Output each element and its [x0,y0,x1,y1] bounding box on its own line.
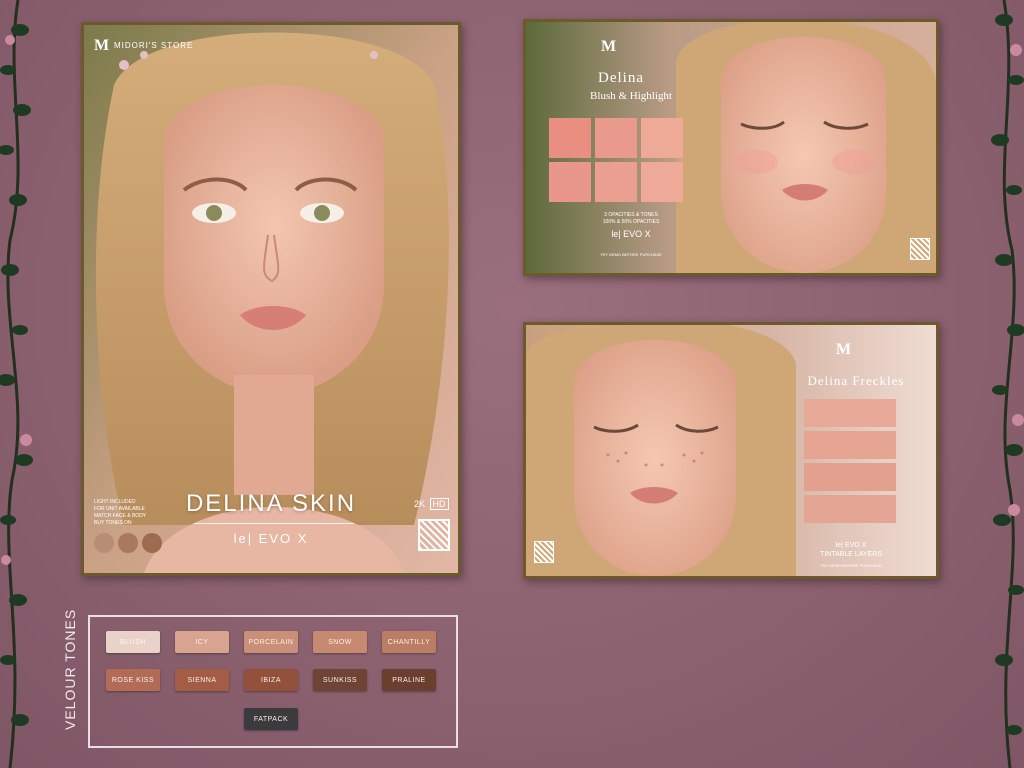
blush-swatch [595,162,637,202]
blush-head: le| EVO X [611,229,651,239]
freckles-swatch-list [804,399,896,523]
tone-button-rose-kiss[interactable]: ROSE KISS [106,669,160,691]
freckles-swatch [804,399,896,427]
blush-title: Delina [598,70,644,86]
tone-label: SNOW [328,638,352,646]
tone-button-chantilly[interactable]: CHANTILLY [382,631,436,653]
freckles-store-logo: M [836,341,852,358]
fine-print-line: FOR UNIT AVAILABLE [94,506,145,512]
blush-qr-icon [910,238,930,260]
blush-detail-line: 3 OPACITIES & TONES [604,212,658,218]
blush-swatch-grid [549,118,683,202]
fine-print-line: MATCH FACE & BODY [94,513,147,519]
fatpack-label: FATPACK [253,715,289,723]
tone-button-porcelain[interactable]: PORCELAIN [244,631,298,653]
tone-button-praline[interactable]: PRALINE [382,669,436,691]
poster-divider [194,523,354,524]
delina-blush-poster[interactable]: M Delina Blush & Highlight 3 OPACITIES &… [523,19,939,276]
freckles-swatch [804,463,896,491]
tone-button-sienna[interactable]: SIENNA [175,669,229,691]
blush-subtitle: Blush & Highlight [590,90,672,102]
blush-swatch [549,162,591,202]
tone-label: ROSE KISS [111,676,155,684]
tone-button-snow[interactable]: SNOW [313,631,367,653]
tone-label: PORCELAIN [248,638,294,646]
fatpack-button[interactable]: FATPACK [244,708,298,730]
tone-label: SUNKISS [322,676,358,684]
tone-label: SIENNA [187,676,217,684]
lip-swatches [94,533,162,553]
tone-button-sunkiss[interactable]: SUNKISS [313,669,367,691]
blush-store-logo: M [601,38,617,55]
freckles-qr-icon [534,541,554,563]
freckles-swatch [804,431,896,459]
fine-print-line: BUY TONES ON [94,520,132,526]
blush-detail-line: 100% & 50% OPACITIES [602,219,660,225]
lip-swatch [118,533,138,553]
freckles-swatch [804,495,896,523]
freckles-detail-line: TINTABLE LAYERS [820,551,882,558]
store-logo: M [94,37,110,54]
resolution-label: 2K [414,499,426,509]
freckles-details: le| EVO X TINTABLE LAYERS [791,541,911,559]
hd-label: HD [429,498,449,510]
blush-swatch [641,118,683,158]
tone-label: CHANTILLY [387,638,431,646]
lip-swatch [142,533,162,553]
delina-freckles-poster[interactable]: M Delina Freckles le| EVO X TINTABLE LAY… [523,322,939,579]
tone-button-ibiza[interactable]: IBIZA [244,669,298,691]
tone-label: IBIZA [260,676,281,684]
store-name: MIDORI'S STORE [114,41,194,50]
blush-footer: TRY DEMO BEFORE PURCHASE [600,252,662,257]
fine-print-list: LIGHT INCLUDED FOR UNIT AVAILABLE MATCH … [94,499,146,527]
vendor-title: VELOUR TONES [62,608,78,730]
tone-label: PRALINE [392,676,426,684]
resolution-badge: 2K HD [414,498,449,510]
blush-swatch [595,118,637,158]
blush-swatch [641,162,683,202]
delina-skin-poster[interactable]: M MIDORI'S STORE DELINA SKIN le| EVO X 2… [81,22,461,576]
left-ivy-decoration [0,0,33,768]
velour-tones-vendor: BLUSH ICY PORCELAIN SNOW CHANTILLY ROSE KISS S… [88,615,458,748]
tone-label: ICY [195,638,209,646]
tone-button-blush[interactable]: BLUSH [106,631,160,653]
freckles-footer: TRY DEMO BEFORE PURCHASE [820,563,882,568]
freckles-detail-line: le| EVO X [835,542,867,549]
lip-swatch [94,533,114,553]
tone-button-icy[interactable]: ICY [175,631,229,653]
tone-label: BLUSH [120,638,146,646]
blush-swatch [549,118,591,158]
right-ivy-decoration [991,0,1024,768]
fine-print-line: LIGHT INCLUDED [94,499,136,505]
freckles-title: Delina Freckles [807,373,905,388]
qr-code-icon [418,519,450,551]
blush-details: 3 OPACITIES & TONES 100% & 50% OPACITIES [556,212,706,226]
